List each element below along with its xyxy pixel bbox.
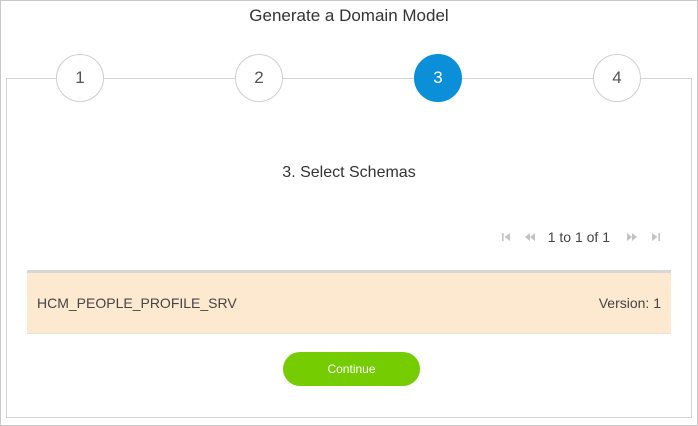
step-title: 3. Select Schemas <box>282 164 416 181</box>
schema-name: HCM_PEOPLE_PROFILE_SRV <box>37 295 237 311</box>
continue-button[interactable]: Continue <box>283 352 420 386</box>
step-1-button[interactable]: 1 <box>56 54 104 102</box>
schema-version: Version: 1 <box>598 295 661 311</box>
step-4-button[interactable]: 4 <box>593 54 641 102</box>
first-page-icon[interactable] <box>494 228 518 246</box>
schema-row[interactable]: HCM_PEOPLE_PROFILE_SRV Version: 1 <box>27 270 671 334</box>
step-3-button[interactable]: 3 <box>414 54 462 102</box>
next-page-icon[interactable] <box>620 228 644 246</box>
step-2-button[interactable]: 2 <box>235 54 283 102</box>
dialog-title: Generate a Domain Model <box>249 6 449 25</box>
content-panel-bottom-border <box>6 417 692 418</box>
last-page-icon[interactable] <box>644 228 668 246</box>
previous-page-icon[interactable] <box>518 228 542 246</box>
pagination: 1 to 1 of 1 <box>494 228 668 246</box>
pagination-text: 1 to 1 of 1 <box>547 229 610 245</box>
